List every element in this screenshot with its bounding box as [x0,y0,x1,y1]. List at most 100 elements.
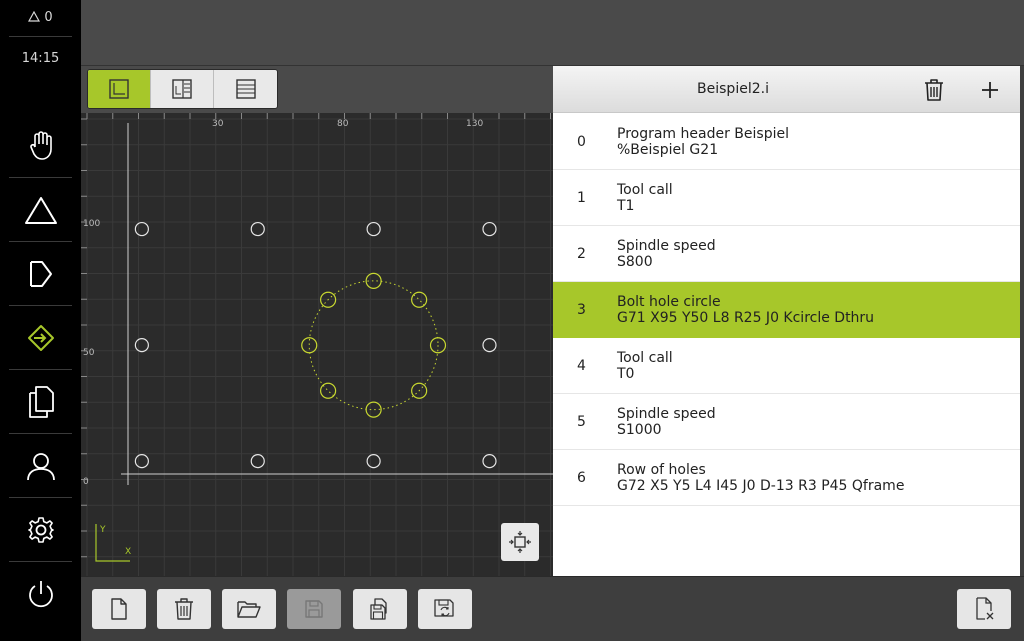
save-as-button[interactable] [353,589,407,629]
warnings-count: 0 [44,10,53,25]
block-name: Spindle speed [617,238,716,254]
graphic-panel: 30 80 130 100 50 0 Y X [81,66,553,576]
program-header: Beispiel2.i [553,66,1020,113]
row-hole[interactable] [482,338,497,353]
top-header [81,0,1024,66]
row-hole[interactable] [366,454,381,469]
graphic-view-icon [109,79,129,99]
close-program-button[interactable] [957,589,1011,629]
program-block[interactable]: 4 Tool call T0 [553,338,1020,394]
program-block[interactable]: 2 Spindle speed S800 [553,226,1020,282]
save-reload-button[interactable] [418,589,472,629]
ruler-y-label: 100 [83,219,100,229]
bolt-hole[interactable] [320,382,337,399]
block-number: 1 [577,190,586,206]
program-block[interactable]: 1 Tool call T1 [553,170,1020,226]
row-of-holes[interactable] [134,221,497,469]
sidebar-item-manual[interactable] [0,115,81,177]
program-block[interactable]: 5 Spindle speed S1000 [553,394,1020,450]
sidebar-item-settings[interactable] [0,499,81,561]
fit-view-icon [509,531,531,553]
program-graphic[interactable]: 30 80 130 100 50 0 Y X [81,113,553,576]
divider [9,177,72,178]
block-number: 2 [577,246,586,262]
split-view-button[interactable] [151,70,214,108]
block-name: Program header Beispiel [617,126,789,142]
row-hole[interactable] [134,338,149,353]
block-code: S1000 [617,422,662,438]
list-view-button[interactable] [214,70,277,108]
block-name: Tool call [617,182,673,198]
program-block[interactable]: 6 Row of holes G72 X5 Y5 L4 I45 J0 D-13 … [553,450,1020,506]
block-number: 0 [577,134,586,150]
block-code: T0 [617,366,635,382]
program-panel: Beispiel2.i 0 Program header Beispiel %B… [553,66,1020,576]
divider [9,305,72,306]
block-number: 4 [577,358,586,374]
ruler-y-label: 0 [83,477,89,487]
delete-block-button[interactable] [918,74,950,106]
close-program-icon [976,597,994,620]
save-as-icon [370,598,387,620]
sidebar-item-switch-off[interactable] [0,563,81,625]
save-reload-icon [434,599,454,617]
sidebar-item-file-management[interactable] [0,371,81,433]
save-icon [305,600,323,618]
fit-to-view-button[interactable] [501,523,539,561]
hand-icon [29,131,52,160]
block-number: 3 [577,302,586,318]
sidebar-item-programming[interactable] [0,307,81,369]
new-program-button[interactable] [92,589,146,629]
block-name: Row of holes [617,462,706,478]
divider [9,241,72,242]
trash-icon [925,79,943,101]
clock: 14:15 [21,51,60,66]
plus-icon [982,82,998,98]
divider [9,369,72,370]
block-code: %Beispiel G21 [617,142,719,158]
program-title: Beispiel2.i [697,81,769,97]
block-number: 5 [577,414,586,430]
block-name: Spindle speed [617,406,716,422]
block-number: 6 [577,470,586,486]
gear-icon [27,517,54,543]
add-block-button[interactable] [974,74,1006,106]
program-block[interactable]: 3 Bolt hole circle G71 X95 Y50 L8 R25 J0… [553,282,1020,338]
graphic-view-button[interactable] [88,70,151,108]
sidebar-item-user-login[interactable] [0,435,81,497]
warning-icon [28,10,41,22]
divider [9,561,72,562]
row-hole[interactable] [250,221,265,237]
row-hole[interactable] [134,221,149,237]
row-hole[interactable] [250,454,265,469]
delete-program-button[interactable] [157,589,211,629]
status-warnings[interactable]: 0 [0,10,81,25]
bolt-hole-circle[interactable] [301,272,447,418]
power-icon [28,581,53,608]
axis-label-x: X [125,547,131,557]
folder-open-icon [237,601,261,618]
block-code: G72 X5 Y5 L4 I45 J0 D-13 R3 P45 Qframe [617,478,905,494]
open-program-button[interactable] [222,589,276,629]
block-code: S800 [617,254,653,270]
row-hole[interactable] [134,454,149,469]
sidebar-item-run[interactable] [0,243,81,305]
save-program-button[interactable] [287,589,341,629]
row-hole[interactable] [366,221,381,237]
triangle-icon [24,197,57,224]
split-view-icon [172,79,192,99]
files-icon [28,386,54,418]
rulers: 30 80 130 100 50 0 [81,113,551,558]
row-hole[interactable] [482,221,497,237]
block-code: T1 [617,198,635,214]
block-name: Bolt hole circle [617,294,721,310]
axis-indicator: Y X [95,524,131,562]
ruler-x-label: 30 [212,119,224,129]
row-hole[interactable] [482,454,497,469]
list-view-icon [235,79,256,99]
panel-edge [1020,66,1024,576]
main-sidebar: 0 14:15 [0,0,81,641]
sidebar-item-mdi[interactable] [0,179,81,241]
divider [9,36,72,37]
program-block[interactable]: 0 Program header Beispiel %Beispiel G21 [553,114,1020,170]
